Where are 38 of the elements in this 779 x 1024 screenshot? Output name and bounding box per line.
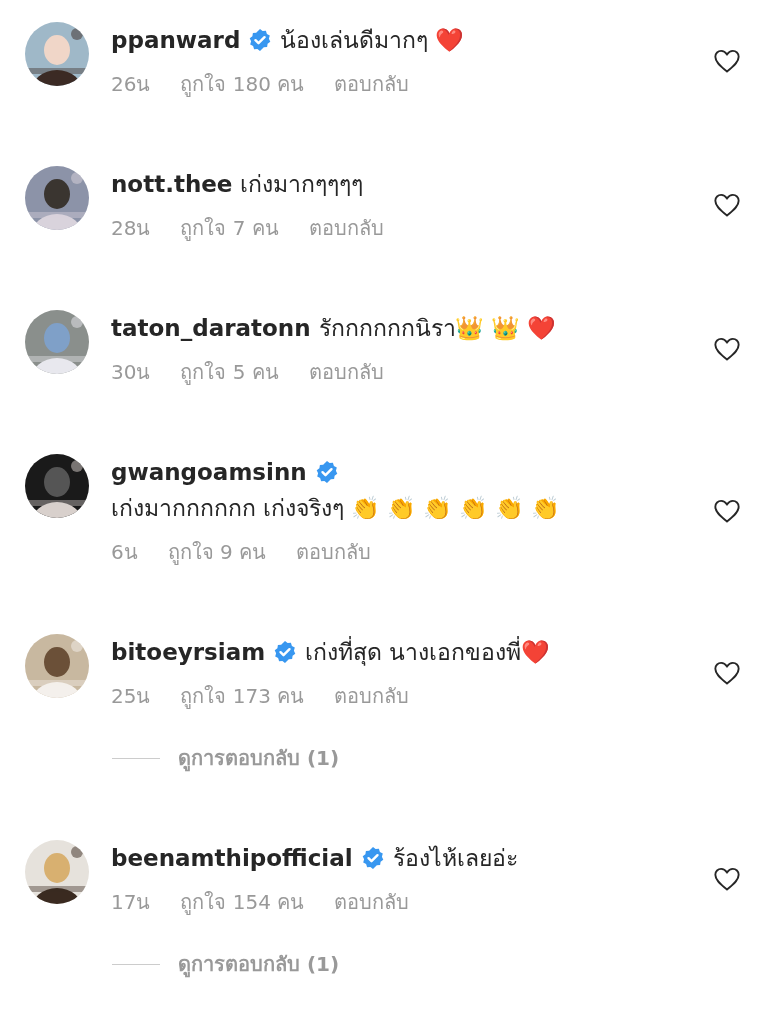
username[interactable]: gwangoamsinn [111, 454, 307, 490]
reply-button[interactable]: ตอบกลับ [334, 68, 410, 100]
comment-time: 26น [111, 71, 151, 98]
reply-button[interactable]: ตอบกลับ [308, 212, 384, 244]
username[interactable]: taton_daratonn [111, 310, 311, 346]
username[interactable]: beenamthipofficial [111, 840, 353, 876]
heart-icon[interactable] [713, 335, 741, 363]
reply-button[interactable]: ตอบกลับ [308, 356, 384, 388]
heart-icon[interactable] [713, 497, 741, 525]
reply-button[interactable]: ตอบกลับ [334, 680, 410, 712]
comment-time: 30น [111, 359, 151, 386]
comment-time: 28น [111, 215, 151, 242]
likes-count-link[interactable]: ถูกใจ 180 คน [180, 68, 305, 100]
comment-time: 25น [111, 683, 151, 710]
likes-count-link[interactable]: ถูกใจ 9 คน [167, 536, 267, 568]
comment-text: รักกกกกกนิรา👑 👑 ❤ [318, 314, 557, 343]
comment-text: เก่งมากๆๆๆๆ [240, 170, 364, 199]
likes-count-link[interactable]: ถูกใจ 154 คน [180, 886, 305, 918]
view-replies-link[interactable]: ดูการตอบกลับ (1) [178, 948, 340, 980]
reply-button[interactable]: ตอบกลับ [296, 536, 372, 568]
heart-icon[interactable] [713, 865, 741, 893]
likes-count-link[interactable]: ถูกใจ 173 คน [180, 680, 305, 712]
username[interactable]: bitoeyrsiam [111, 634, 266, 670]
comment-text: ร้องไห้เลยอ่ะ [392, 844, 518, 873]
reply-button[interactable]: ตอบกลับ [334, 886, 410, 918]
comment-time: 17น [111, 889, 151, 916]
heart-icon[interactable] [713, 659, 741, 687]
username[interactable]: nott.thee [111, 166, 233, 202]
comment-text: น้องเล่นดีมากๆ ❤ [280, 26, 465, 55]
username[interactable]: ppanward [111, 22, 241, 58]
heart-icon[interactable] [713, 191, 741, 219]
comment-time: 6น [111, 539, 138, 566]
comment-text: เก่งมากกกกกก เก่งจริงๆ 👏 👏 👏 👏 👏 👏 [111, 494, 560, 523]
heart-icon[interactable] [713, 47, 741, 75]
view-replies-link[interactable]: ดูการตอบกลับ (1) [178, 742, 340, 774]
comment-text: เก่งที่สุด นางเอกของพี่❤ [305, 634, 551, 670]
likes-count-link[interactable]: ถูกใจ 5 คน [180, 356, 279, 388]
likes-count-link[interactable]: ถูกใจ 7 คน [180, 212, 279, 244]
